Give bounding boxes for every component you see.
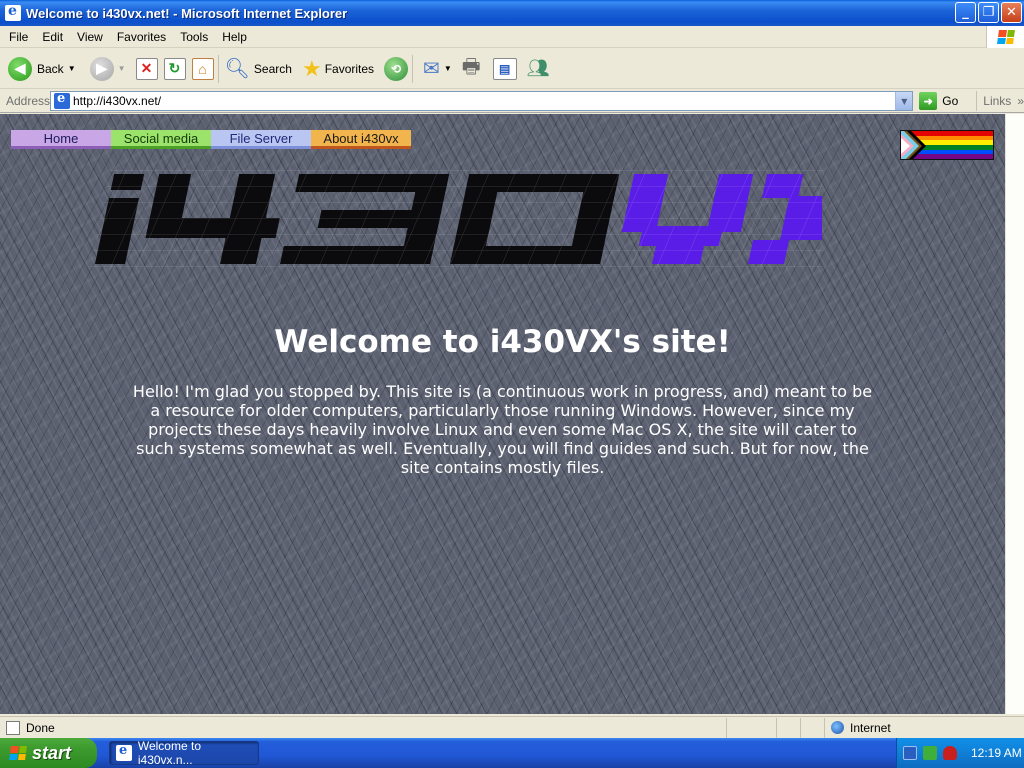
start-label: start xyxy=(32,742,72,763)
system-tray: 12:19 AM xyxy=(896,738,1024,768)
go-arrow-icon: ➜ xyxy=(919,92,938,110)
toolbar-separator xyxy=(217,54,219,83)
window-title: Welcome to i430vx.net! - Microsoft Inter… xyxy=(26,5,348,21)
standard-toolbar: ◀ Back ▼ ▶ ▼ ✕ ↻ ⌂ 🔍︎ Search ★ Favorites… xyxy=(0,49,1024,89)
page-viewport[interactable]: Home Social media File Server About i430… xyxy=(0,114,1005,714)
windows-flag-icon xyxy=(986,26,1024,48)
forward-arrow-icon: ▶ xyxy=(89,56,114,81)
home-button[interactable]: ⌂ xyxy=(191,57,214,80)
search-button[interactable]: 🔍︎ Search xyxy=(225,56,292,81)
nav-file-server[interactable]: File Server xyxy=(211,130,311,149)
refresh-button[interactable]: ↻ xyxy=(163,57,186,80)
history-button[interactable]: ⟲ xyxy=(384,56,409,81)
search-icon: 🔍︎ xyxy=(224,58,250,80)
taskbar-window-label: Welcome to i430vx.n... xyxy=(137,739,201,767)
taskbar: start Welcome to i430vx.n... 12:19 AM xyxy=(0,738,1024,768)
start-button[interactable]: start xyxy=(0,738,97,768)
chevron-right-icon[interactable]: » xyxy=(1017,94,1024,108)
address-dropdown-icon[interactable]: ▼ xyxy=(895,92,913,110)
mail-dropdown-icon[interactable]: ▼ xyxy=(444,64,452,73)
go-label: Go xyxy=(942,94,959,108)
intro-paragraph: Hello! I'm glad you stopped by. This sit… xyxy=(132,382,873,477)
mail-icon: ✉ xyxy=(423,58,440,80)
status-text: Done xyxy=(26,720,55,735)
stop-icon: ✕ xyxy=(135,57,158,80)
favorites-star-icon: ★ xyxy=(301,55,322,81)
network-icon[interactable] xyxy=(903,746,917,760)
messenger-button[interactable]: 👥︎ xyxy=(527,58,550,79)
site-nav: Home Social media File Server About i430… xyxy=(11,130,411,149)
ie-icon xyxy=(116,743,132,761)
toolbar-separator xyxy=(412,54,414,83)
edit-page-icon: ▤ xyxy=(492,57,517,80)
zone-label: Internet xyxy=(850,720,891,735)
back-arrow-icon: ◀ xyxy=(8,56,32,81)
menu-help[interactable]: Help xyxy=(215,30,254,44)
favorites-label: Favorites xyxy=(324,61,375,76)
title-bar[interactable]: Welcome to i430vx.net! - Microsoft Inter… xyxy=(0,0,1024,26)
favorites-button[interactable]: ★ Favorites xyxy=(302,56,374,82)
back-button[interactable]: ◀ Back ▼ xyxy=(8,56,76,81)
close-button[interactable]: ✕ xyxy=(1001,2,1022,23)
forward-button[interactable]: ▶ ▼ xyxy=(89,56,126,81)
back-dropdown-icon[interactable]: ▼ xyxy=(68,64,76,73)
address-input[interactable] xyxy=(73,94,896,108)
minimize-button[interactable]: _ xyxy=(955,2,976,23)
taskbar-window-button[interactable]: Welcome to i430vx.n... xyxy=(109,739,259,767)
go-button[interactable]: ➜ Go xyxy=(919,92,958,110)
refresh-icon: ↻ xyxy=(163,57,186,80)
menu-favorites[interactable]: Favorites xyxy=(110,30,173,44)
security-zone: Internet xyxy=(824,717,974,738)
forward-dropdown-icon[interactable]: ▼ xyxy=(118,64,126,73)
globe-icon xyxy=(831,721,844,734)
progress-pride-flag-icon xyxy=(900,130,994,160)
status-cell xyxy=(800,717,824,738)
status-cell xyxy=(776,717,800,738)
menu-view[interactable]: View xyxy=(70,30,110,44)
links-toolbar[interactable]: Links » xyxy=(976,91,1024,111)
address-field[interactable]: ▼ xyxy=(50,91,914,111)
nav-social-media[interactable]: Social media xyxy=(111,130,211,149)
status-cell xyxy=(726,717,776,738)
volume-icon[interactable] xyxy=(923,746,937,760)
page-status-icon xyxy=(6,720,20,735)
search-label: Search xyxy=(253,61,292,76)
back-label: Back xyxy=(37,61,64,76)
address-bar: Address ▼ ➜ Go Links » xyxy=(0,90,1024,113)
nav-about[interactable]: About i430vx xyxy=(311,130,411,149)
menu-bar: File Edit View Favorites Tools Help xyxy=(0,26,1024,48)
windows-logo-icon xyxy=(9,746,27,760)
stop-button[interactable]: ✕ xyxy=(135,57,158,80)
messenger-icon: 👥︎ xyxy=(526,58,550,78)
edit-button[interactable]: ▤ xyxy=(492,57,517,80)
mail-button[interactable]: ✉ ▼ xyxy=(423,56,452,81)
links-label: Links xyxy=(983,94,1012,108)
page-heading: Welcome to i430VX's site! xyxy=(274,324,731,360)
clock[interactable]: 12:19 AM xyxy=(971,746,1022,760)
status-bar: Done Internet xyxy=(0,716,1024,738)
history-icon: ⟲ xyxy=(384,56,409,81)
menu-file[interactable]: File xyxy=(0,30,35,44)
menu-tools[interactable]: Tools xyxy=(173,30,215,44)
window-controls: _ ❐ ✕ xyxy=(955,2,1022,23)
menu-edit[interactable]: Edit xyxy=(35,30,70,44)
print-icon: 🖶 xyxy=(461,55,481,78)
restore-button[interactable]: ❐ xyxy=(978,2,999,23)
print-button[interactable]: 🖶 xyxy=(462,52,481,86)
address-label: Address xyxy=(6,94,51,108)
nav-home[interactable]: Home xyxy=(11,130,111,149)
site-logo xyxy=(82,170,910,273)
ie-app-icon[interactable] xyxy=(5,3,21,21)
page-icon xyxy=(54,91,70,109)
home-icon: ⌂ xyxy=(191,57,214,80)
vertical-scrollbar[interactable] xyxy=(1005,114,1024,714)
security-shield-icon[interactable] xyxy=(943,746,957,760)
